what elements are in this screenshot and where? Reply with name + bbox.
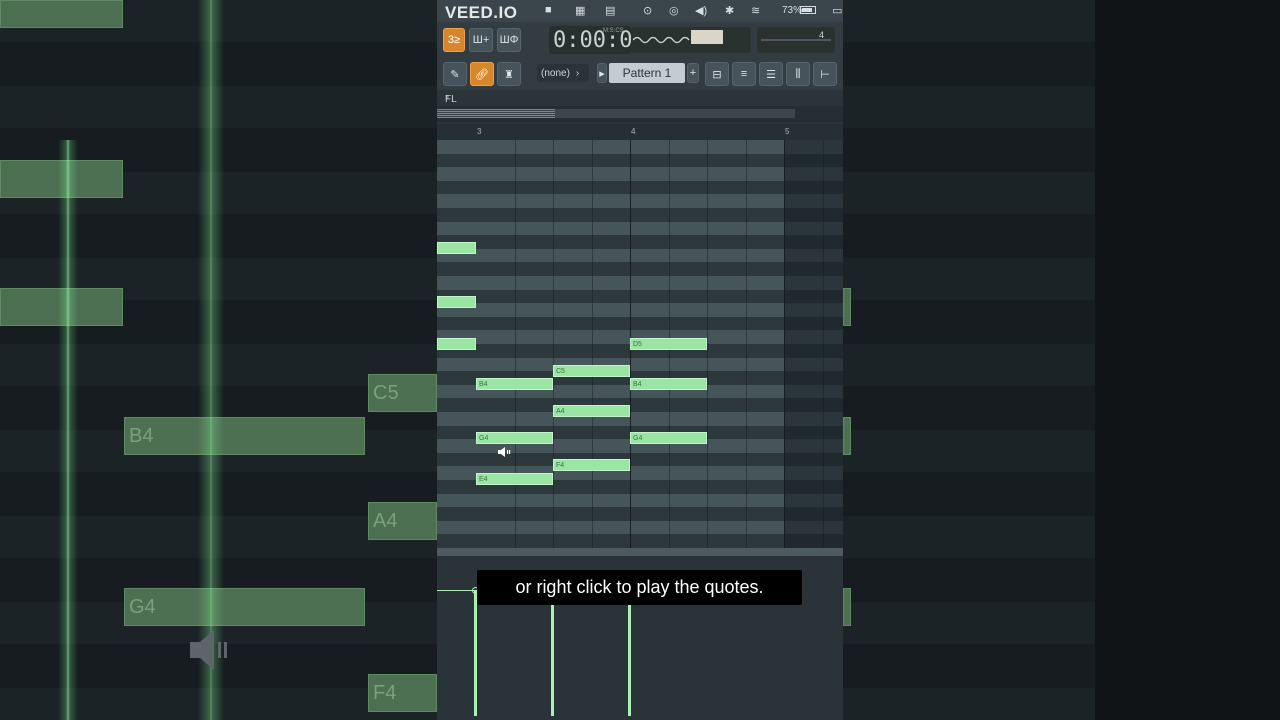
video-caption: or right click to play the quotes. (477, 570, 802, 605)
note[interactable] (437, 242, 476, 254)
step-mode-button[interactable]: 3≥ (443, 28, 465, 52)
volume-value: 4 (819, 30, 825, 40)
note-g4[interactable]: G4 (630, 432, 707, 444)
bg-speaker-icon (188, 628, 228, 672)
note-e4[interactable]: E4 (476, 473, 553, 485)
piano-roll-button[interactable]: ≡ (732, 62, 756, 86)
bg-dark-edge (1095, 0, 1280, 720)
bg-note (0, 0, 123, 28)
chevron-right-icon: › (575, 67, 580, 79)
bg-note-c5: C5 (368, 374, 437, 412)
playhead[interactable] (58, 140, 78, 720)
battery-percent: 73% (782, 5, 803, 16)
pattern-group-select[interactable]: (none) › (537, 64, 589, 82)
bg-note (843, 288, 851, 326)
pattern-selector[interactable]: Pattern 1 (609, 63, 685, 83)
volume-icon: ◀) (695, 5, 708, 17)
mixer-button[interactable]: ⫼ (786, 62, 810, 86)
window-icon: ▭ (832, 5, 843, 17)
velocity-stem[interactable] (628, 604, 631, 716)
browser-button[interactable]: ⊢ (813, 62, 837, 86)
play-pattern-button[interactable]: ▸ (597, 63, 607, 83)
bg-note-g4: G4 (124, 588, 365, 626)
bg-playhead (198, 0, 224, 720)
transport-toolbar: 3≥ Ш+ ШΦ 0:00:00 M:S:CS 4 (437, 22, 843, 58)
snap-button[interactable]: Ш+ (469, 28, 493, 52)
bg-note (843, 417, 851, 455)
note-b4[interactable]: B4 (630, 378, 707, 390)
link-tool-button[interactable]: 🔗︎ (470, 62, 494, 86)
piano-roll-grid[interactable]: D5 C5 B4 B4 A4 G4 G4 F4 E4 (437, 140, 843, 548)
ruler-mark-5: 5 (785, 127, 790, 136)
add-pattern-button[interactable]: + (687, 63, 699, 83)
ruler-mark-4: 4 (631, 127, 636, 136)
speaker-icon (497, 446, 511, 461)
scrollbar-track (555, 109, 795, 118)
brush-tool-button[interactable]: ✎ (443, 62, 467, 86)
pattern-end-shade (784, 140, 843, 548)
velocity-line (437, 590, 477, 591)
panel-divider[interactable] (437, 548, 843, 556)
status-bar: VEED.IO ■ ▦ ▤ ⊙ ◎ ◀) ✱ ≋ 73% ▭ (437, 0, 843, 22)
note[interactable] (437, 296, 476, 308)
watermark-logo: VEED.IO (445, 3, 518, 22)
bg-note (843, 588, 851, 626)
scrollbar-thumb[interactable] (437, 109, 555, 118)
note-b4[interactable]: B4 (476, 378, 553, 390)
stamp-tool-button[interactable]: ♜ (497, 62, 521, 86)
horizontal-scrollbar[interactable] (437, 106, 843, 122)
level-meter (691, 30, 723, 44)
pattern-toolbar: ✎ 🔗︎ ♜ (none) › ▸ Pattern 1 + ⊟ ≡ ☰ ⫼ ⊢ (437, 58, 843, 90)
channel-arrow-icon: » (445, 94, 449, 101)
bluetooth-icon: ✱ (725, 5, 735, 17)
grid-icon: ▦ (575, 5, 586, 17)
pattern-group-value: (none) (541, 67, 570, 79)
note-a4[interactable]: A4 (553, 405, 630, 417)
time-units-label: M:S:CS (603, 28, 624, 34)
bar-ruler[interactable]: 3 4 5 (437, 124, 843, 140)
play-circle-icon: ⊙ (643, 5, 653, 17)
note[interactable] (437, 338, 476, 350)
bg-note-f4: F4 (368, 674, 437, 712)
bg-note-b4: B4 (124, 417, 365, 455)
chat-icon: ■ (545, 4, 552, 16)
playlist-button[interactable]: ☰ (759, 62, 783, 86)
note-d5[interactable]: D5 (630, 338, 707, 350)
bg-note-a4: A4 (368, 502, 437, 540)
channel-header[interactable]: FL Keys » (437, 90, 843, 116)
note-g4[interactable]: G4 (476, 432, 553, 444)
note-f4[interactable]: F4 (553, 459, 630, 471)
bars-icon: ▤ (605, 5, 616, 17)
ruler-mark-3: 3 (477, 127, 482, 136)
battery-icon (800, 6, 816, 14)
phone-screen: VEED.IO ■ ▦ ▤ ⊙ ◎ ◀) ✱ ≋ 73% ▭ 3≥ Ш+ ШΦ … (437, 0, 843, 720)
airdrop-icon: ◎ (669, 5, 679, 17)
wifi-icon: ≋ (751, 5, 761, 17)
velocity-stem[interactable] (474, 590, 477, 716)
loop-button[interactable]: ШΦ (497, 28, 521, 52)
note-c5[interactable]: C5 (553, 365, 630, 377)
channel-rack-button[interactable]: ⊟ (705, 62, 729, 86)
velocity-stem[interactable] (551, 604, 554, 716)
